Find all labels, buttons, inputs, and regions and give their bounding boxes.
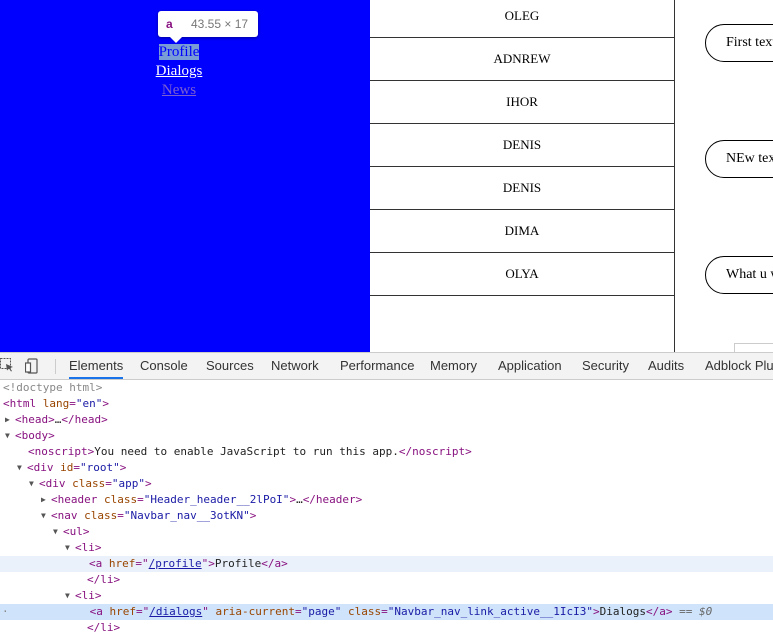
inspect-element-icon[interactable] <box>0 358 14 372</box>
tab-network[interactable]: Network <box>271 353 319 379</box>
expand-triangle-icon[interactable]: ▶ <box>41 492 46 508</box>
dialog-item[interactable]: OLEG <box>370 0 674 38</box>
tree-line-noscript[interactable]: <noscript>You need to enable JavaScript … <box>28 444 773 460</box>
html-tag: html <box>9 397 37 410</box>
tree-line-head[interactable]: ▶ <head>…</head> <box>5 412 773 428</box>
collapse-triangle-icon[interactable]: ▼ <box>17 460 22 476</box>
expand-triangle-icon[interactable]: ▶ <box>5 412 10 428</box>
profile-link-text: Profile <box>214 557 262 570</box>
messages-panel: First text NEw text What u w <box>674 0 773 352</box>
tab-memory[interactable]: Memory <box>430 353 477 379</box>
app-attr-value: "app" <box>111 477 145 490</box>
dialog-item[interactable]: DENIS <box>370 124 674 167</box>
tooltip-size: 43.55 × 17 <box>191 17 249 31</box>
dialog-item[interactable]: IHOR <box>370 81 674 124</box>
nav-item-news: News <box>0 81 358 100</box>
dialog-item[interactable]: DIMA <box>370 210 674 253</box>
tab-sources[interactable]: Sources <box>206 353 254 379</box>
collapse-triangle-icon[interactable]: ▼ <box>5 428 10 444</box>
tab-application[interactable]: Application <box>498 353 562 379</box>
devtools-panel: Elements Console Sources Network Perform… <box>0 352 773 636</box>
nav-class-value: "Navbar_nav__3otKN" <box>123 509 250 522</box>
profile-href[interactable]: /profile <box>149 557 202 570</box>
navbar: Profile Dialogs News a 43.55 × 17 <box>0 0 370 352</box>
tree-line-app[interactable]: ▼ <div class="app"> <box>29 476 773 492</box>
device-toolbar-icon[interactable] <box>24 358 39 374</box>
dialog-item[interactable]: ADNREW <box>370 38 674 81</box>
tree-line-nav[interactable]: ▼ <nav class="Navbar_nav__3otKN"> <box>41 508 773 524</box>
dialog-item[interactable]: DENIS <box>370 167 674 210</box>
tree-line-body[interactable]: ▼ <body> <box>5 428 773 444</box>
html-attr-value: "en" <box>75 397 103 410</box>
app-page: Profile Dialogs News a 43.55 × 17 OLEG A… <box>0 0 773 352</box>
tab-elements[interactable]: Elements <box>69 353 124 379</box>
message-bubble: First text <box>705 24 773 62</box>
dialogs-href[interactable]: /dialogs <box>149 605 202 618</box>
tree-line-li-close[interactable]: </li> <box>77 620 773 636</box>
nav-item-dialogs: Dialogs <box>0 62 358 81</box>
tab-performance[interactable]: Performance <box>340 353 414 379</box>
tree-line-doctype[interactable]: <!doctype html> <box>3 380 773 396</box>
html-attr: lang <box>42 397 70 410</box>
body-tag: body <box>21 429 49 442</box>
aria-current-value: "page" <box>301 605 342 618</box>
collapse-triangle-icon[interactable]: ▼ <box>41 508 46 524</box>
nav-link-news[interactable]: News <box>162 82 196 98</box>
collapse-triangle-icon[interactable]: ▼ <box>65 540 70 556</box>
devtools-toolbar: Elements Console Sources Network Perform… <box>0 352 773 380</box>
tree-line-profile-link[interactable]: <a href="/profile">Profile</a> <box>0 556 773 572</box>
tab-console[interactable]: Console <box>140 353 188 379</box>
nav-list: Profile Dialogs News <box>0 43 358 100</box>
selected-node-marker: == $0 <box>679 605 713 618</box>
tab-adblock-plus[interactable]: Adblock Plus <box>705 353 773 379</box>
tree-line-li[interactable]: ▼ <li> <box>65 540 773 556</box>
tree-line-dialogs-link-selected[interactable]: · <a href="/dialogs" aria-current="page" … <box>0 604 773 620</box>
message-input[interactable] <box>734 343 773 352</box>
nav-link-dialogs[interactable]: Dialogs <box>156 63 203 79</box>
active-class-value: "Navbar_nav_link_active__1IcI3" <box>387 605 594 618</box>
head-close-tag: head <box>74 413 102 426</box>
app-attr: class <box>72 477 106 490</box>
tooltip-tag: a <box>166 17 173 31</box>
message-bubble: What u w <box>705 256 773 294</box>
message-bubble: NEw text <box>705 140 773 178</box>
inspect-tooltip: a 43.55 × 17 <box>158 11 258 43</box>
noscript-text: You need to enable JavaScript to run thi… <box>94 445 399 458</box>
toolbar-separator <box>55 359 56 374</box>
tree-line-html[interactable]: <html lang="en"> <box>3 396 773 412</box>
tree-line-li[interactable]: ▼ <li> <box>65 588 773 604</box>
collapse-triangle-icon[interactable]: ▼ <box>65 588 70 604</box>
tab-audits[interactable]: Audits <box>648 353 684 379</box>
head-tag: head <box>21 413 49 426</box>
root-attr-value: "root" <box>80 461 120 474</box>
tree-line-root[interactable]: ▼ <div id="root"> <box>17 460 773 476</box>
dialogs-link-text: Dialogs <box>599 605 647 618</box>
dialogs-list: OLEG ADNREW IHOR DENIS DENIS DIMA OLYA <box>370 0 675 352</box>
tree-line-header[interactable]: ▶ <header class="Header_header__2lPoI">…<… <box>41 492 773 508</box>
header-class-value: "Header_header__2lPoI" <box>143 493 290 506</box>
tree-line-ul[interactable]: ▼ <ul> <box>53 524 773 540</box>
tab-security[interactable]: Security <box>582 353 629 379</box>
collapse-triangle-icon[interactable]: ▼ <box>53 524 58 540</box>
root-attr: id <box>60 461 74 474</box>
collapse-triangle-icon[interactable]: ▼ <box>29 476 34 492</box>
dialog-item[interactable]: OLYA <box>370 253 674 296</box>
doctype-text: <!doctype html> <box>3 381 103 394</box>
tree-line-li-close[interactable]: </li> <box>77 572 773 588</box>
